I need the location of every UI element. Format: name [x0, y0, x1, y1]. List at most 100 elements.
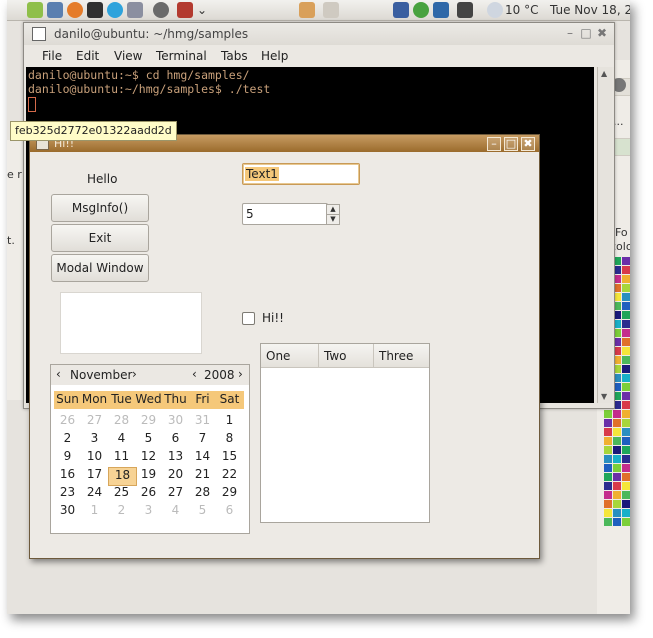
color-swatch[interactable]	[604, 500, 612, 508]
calendar-day[interactable]: 29	[216, 485, 243, 502]
color-swatch[interactable]	[613, 482, 621, 490]
list-column-header[interactable]: Two	[319, 344, 374, 368]
color-swatch[interactable]	[622, 464, 630, 472]
color-swatch[interactable]	[622, 338, 630, 346]
calendar-day[interactable]: 27	[81, 413, 108, 430]
prev-month-icon[interactable]: ‹	[56, 367, 61, 381]
color-swatch[interactable]	[622, 329, 630, 337]
bluetooth-icon[interactable]	[393, 2, 409, 18]
color-swatch[interactable]	[613, 437, 621, 445]
display-icon[interactable]	[433, 2, 449, 18]
calendar-day[interactable]: 5	[135, 431, 162, 448]
calendar-day[interactable]: 21	[189, 467, 216, 484]
maximize-button[interactable]: □	[580, 27, 592, 39]
calendar-day[interactable]: 2	[54, 431, 81, 448]
msginfo-button[interactable]: MsgInfo()	[51, 194, 149, 222]
ubuntu-icon[interactable]	[153, 2, 169, 18]
prev-year-icon[interactable]: ‹	[192, 367, 197, 381]
calendar-day[interactable]: 9	[54, 449, 81, 466]
next-year-icon[interactable]: ›	[238, 367, 243, 381]
clock-text[interactable]: Tue Nov 18, 22	[550, 3, 630, 17]
calendar-day[interactable]: 28	[189, 485, 216, 502]
color-swatch[interactable]	[622, 347, 630, 355]
calendar-day[interactable]: 27	[162, 485, 189, 502]
color-swatch[interactable]	[622, 419, 630, 427]
notes-icon[interactable]	[299, 2, 315, 18]
edit-box[interactable]	[60, 292, 202, 354]
color-swatch[interactable]	[622, 266, 630, 274]
modal-window-button[interactable]: Modal Window	[51, 254, 149, 282]
spinner[interactable]: 5	[242, 203, 328, 225]
calendar-day[interactable]: 23	[54, 485, 81, 502]
firefox-icon[interactable]	[67, 2, 83, 18]
document-icon[interactable]	[323, 2, 339, 18]
calendar-day[interactable]: 10	[81, 449, 108, 466]
calendar-day[interactable]: 31	[189, 413, 216, 430]
color-swatch[interactable]	[622, 437, 630, 445]
calendar-day[interactable]: 4	[162, 503, 189, 520]
color-swatch[interactable]	[604, 518, 612, 526]
color-swatch[interactable]	[622, 311, 630, 319]
calendar-day[interactable]: 30	[54, 503, 81, 520]
calendar-day[interactable]: 13	[162, 449, 189, 466]
menu-terminal[interactable]: Terminal	[156, 49, 207, 63]
color-swatch[interactable]	[613, 428, 621, 436]
calendar-day[interactable]: 17	[81, 467, 108, 484]
color-swatch[interactable]	[613, 473, 621, 481]
calendar-day[interactable]: 29	[135, 413, 162, 430]
monitor-icon[interactable]	[47, 2, 63, 18]
calendar-day[interactable]: 3	[135, 503, 162, 520]
color-swatch[interactable]	[604, 491, 612, 499]
color-swatch[interactable]	[604, 482, 612, 490]
color-swatch[interactable]	[613, 464, 621, 472]
menu-help[interactable]: Help	[261, 49, 288, 63]
close-button[interactable]: ✖	[596, 27, 608, 39]
color-swatch[interactable]	[604, 464, 612, 472]
calendar-day[interactable]: 3	[81, 431, 108, 448]
calendar-day[interactable]: 6	[216, 503, 243, 520]
calendar-day[interactable]: 4	[108, 431, 135, 448]
calendar-day[interactable]: 18	[108, 467, 137, 486]
terminal-scrollbar[interactable]: ▲ ▼	[597, 67, 612, 403]
color-swatch[interactable]	[622, 383, 630, 391]
scroll-down-icon[interactable]: ▼	[601, 392, 607, 401]
calendar-day[interactable]: 30	[162, 413, 189, 430]
color-swatch[interactable]	[604, 455, 612, 463]
color-swatch[interactable]	[622, 410, 630, 418]
color-swatch[interactable]	[613, 491, 621, 499]
color-swatch[interactable]	[622, 518, 630, 526]
color-swatch[interactable]	[622, 293, 630, 301]
color-swatch[interactable]	[622, 428, 630, 436]
calendar-day[interactable]: 14	[189, 449, 216, 466]
color-swatch[interactable]	[622, 374, 630, 382]
terminal-titlebar[interactable]: danilo@ubuntu: ~/hmg/samples – □ ✖	[24, 23, 614, 45]
minimize-button[interactable]: –	[487, 137, 501, 151]
calendar-day[interactable]: 19	[135, 467, 162, 484]
calendar-day[interactable]: 26	[54, 413, 81, 430]
calendar-day[interactable]: 25	[108, 485, 135, 502]
list-view[interactable]: One Two Three	[260, 343, 430, 523]
color-swatch[interactable]	[613, 500, 621, 508]
calendar[interactable]: ‹ November › ‹ 2008 › Sun Mon Tue Wed Thu Fri…	[50, 364, 250, 534]
color-swatch[interactable]	[604, 410, 612, 418]
menu-edit[interactable]: Edit	[76, 49, 99, 63]
color-swatch[interactable]	[622, 275, 630, 283]
calendar-day[interactable]: 5	[189, 503, 216, 520]
color-swatch[interactable]	[604, 509, 612, 517]
color-swatch[interactable]	[613, 446, 621, 454]
color-swatch[interactable]	[622, 302, 630, 310]
list-column-header[interactable]: One	[261, 344, 319, 368]
network-icon[interactable]	[177, 2, 193, 18]
close-button[interactable]: ✖	[521, 137, 535, 151]
color-swatch[interactable]	[622, 257, 630, 265]
calendar-day[interactable]: 11	[108, 449, 135, 466]
calendar-day[interactable]: 15	[216, 449, 243, 466]
calendar-day[interactable]: 7	[189, 431, 216, 448]
app-launcher-icon[interactable]	[27, 2, 43, 18]
calendar-day[interactable]: 22	[216, 467, 243, 484]
calendar-day[interactable]: 16	[54, 467, 81, 484]
next-month-icon[interactable]: ›	[132, 367, 137, 381]
color-swatch[interactable]	[622, 500, 630, 508]
menu-file[interactable]: File	[42, 49, 62, 63]
maximize-button[interactable]: □	[504, 137, 518, 151]
